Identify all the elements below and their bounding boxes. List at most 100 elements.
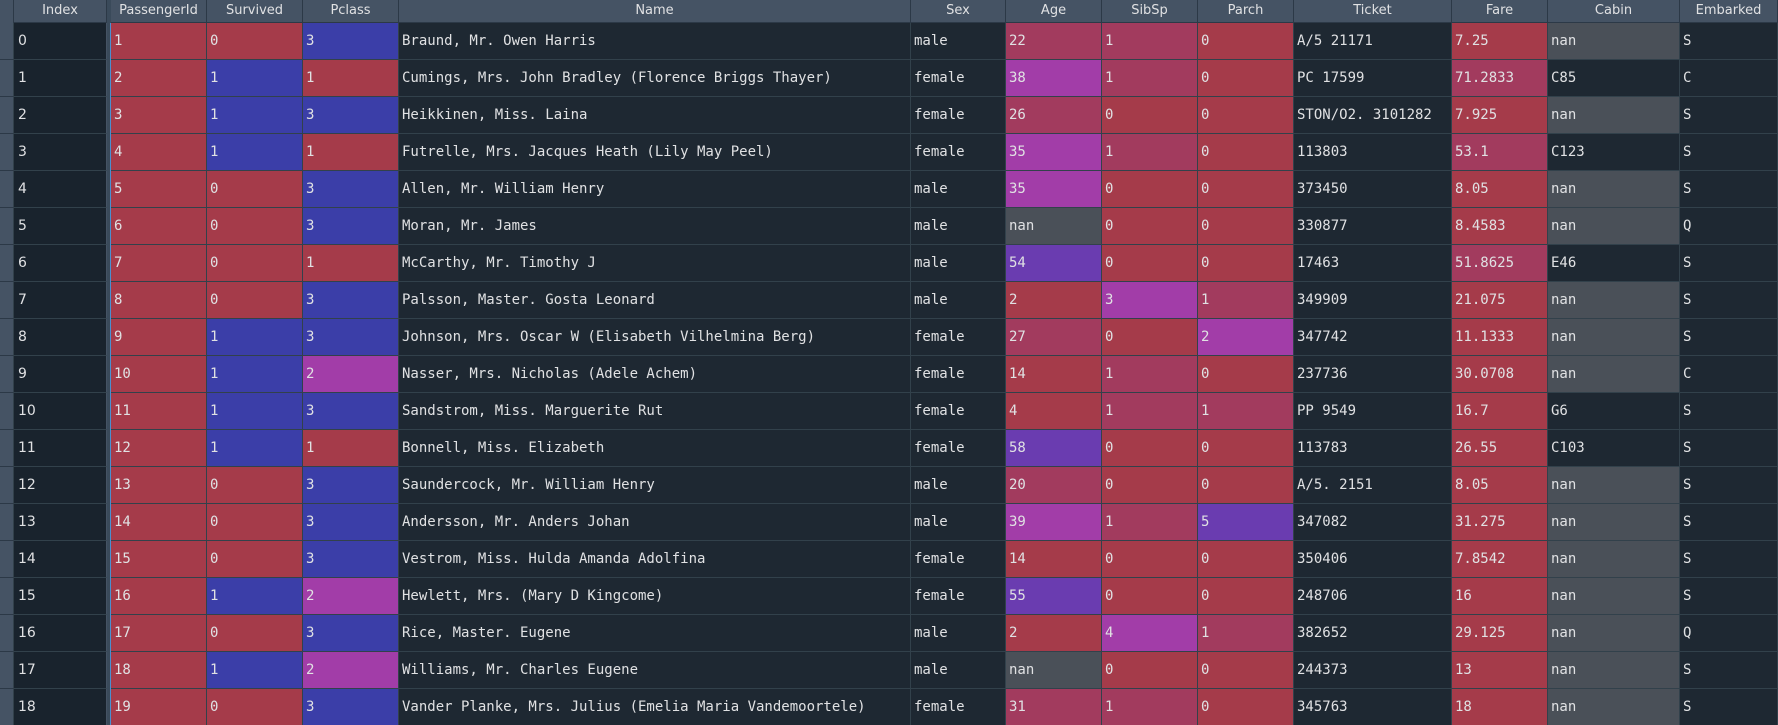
row-handle[interactable] — [0, 689, 14, 725]
cell-pclass[interactable]: 2 — [303, 356, 399, 393]
cell-sibsp[interactable]: 1 — [1102, 356, 1198, 393]
cell-passengerid[interactable]: 11 — [111, 393, 207, 430]
cell-sibsp[interactable]: 0 — [1102, 652, 1198, 689]
row-handle[interactable] — [0, 319, 14, 356]
cell-cabin[interactable]: nan — [1548, 356, 1680, 393]
cell-name[interactable]: Futrelle, Mrs. Jacques Heath (Lily May P… — [399, 134, 911, 171]
table-row[interactable]: 13 14 0 3 Andersson, Mr. Anders Johan male 39 1… — [0, 504, 1778, 541]
cell-name[interactable]: Andersson, Mr. Anders Johan — [399, 504, 911, 541]
cell-name[interactable]: McCarthy, Mr. Timothy J — [399, 245, 911, 282]
cell-sex[interactable]: female — [911, 356, 1006, 393]
cell-survived[interactable]: 0 — [207, 689, 303, 725]
cell-passengerid[interactable]: 18 — [111, 652, 207, 689]
cell-sibsp[interactable]: 1 — [1102, 393, 1198, 430]
cell-parch[interactable]: 2 — [1198, 319, 1294, 356]
cell-ticket[interactable]: PP 9549 — [1294, 393, 1452, 430]
cell-passengerid[interactable]: 8 — [111, 282, 207, 319]
cell-embarked[interactable]: S — [1680, 23, 1778, 60]
cell-parch[interactable]: 0 — [1198, 171, 1294, 208]
cell-passengerid[interactable]: 16 — [111, 578, 207, 615]
cell-cabin[interactable]: nan — [1548, 467, 1680, 504]
cell-pclass[interactable]: 1 — [303, 430, 399, 467]
cell-cabin[interactable]: nan — [1548, 578, 1680, 615]
cell-survived[interactable]: 0 — [207, 245, 303, 282]
cell-cabin[interactable]: C103 — [1548, 430, 1680, 467]
cell-fare[interactable]: 8.4583 — [1452, 208, 1548, 245]
cell-pclass[interactable]: 3 — [303, 23, 399, 60]
row-handle[interactable] — [0, 430, 14, 467]
cell-passengerid[interactable]: 9 — [111, 319, 207, 356]
cell-survived[interactable]: 1 — [207, 393, 303, 430]
cell-pclass[interactable]: 3 — [303, 171, 399, 208]
cell-age[interactable]: 55 — [1006, 578, 1102, 615]
cell-sex[interactable]: female — [911, 60, 1006, 97]
cell-sibsp[interactable]: 1 — [1102, 23, 1198, 60]
cell-fare[interactable]: 31.275 — [1452, 504, 1548, 541]
column-header-pclass[interactable]: Pclass — [303, 0, 399, 23]
cell-name[interactable]: Sandstrom, Miss. Marguerite Rut — [399, 393, 911, 430]
column-header-sibsp[interactable]: SibSp — [1102, 0, 1198, 23]
cell-sibsp[interactable]: 1 — [1102, 134, 1198, 171]
cell-ticket[interactable]: PC 17599 — [1294, 60, 1452, 97]
cell-ticket[interactable]: 248706 — [1294, 578, 1452, 615]
cell-ticket[interactable]: 345763 — [1294, 689, 1452, 725]
cell-parch[interactable]: 0 — [1198, 97, 1294, 134]
table-row[interactable]: 6 7 0 1 McCarthy, Mr. Timothy Jmale 54 0 0 17463… — [0, 245, 1778, 282]
cell-sibsp[interactable]: 0 — [1102, 578, 1198, 615]
column-header-sex[interactable]: Sex — [911, 0, 1006, 23]
cell-name[interactable]: Vander Planke, Mrs. Julius (Emelia Maria… — [399, 689, 911, 725]
cell-ticket[interactable]: STON/O2. 3101282 — [1294, 97, 1452, 134]
cell-survived[interactable]: 0 — [207, 282, 303, 319]
cell-sex[interactable]: male — [911, 615, 1006, 652]
table-row[interactable]: 7 8 0 3 Palsson, Master. Gosta Leonard male 2 3… — [0, 282, 1778, 319]
cell-pclass[interactable]: 3 — [303, 282, 399, 319]
row-handle[interactable] — [0, 23, 14, 60]
cell-name[interactable]: Moran, Mr. James — [399, 208, 911, 245]
cell-cabin[interactable]: C85 — [1548, 60, 1680, 97]
cell-fare[interactable]: 29.125 — [1452, 615, 1548, 652]
cell-passengerid[interactable]: 19 — [111, 689, 207, 725]
cell-parch[interactable]: 0 — [1198, 689, 1294, 725]
cell-embarked[interactable]: Q — [1680, 208, 1778, 245]
table-row[interactable]: 8 9 1 3 Johnson, Mrs. Oscar W (Elisabeth Vil… — [0, 319, 1778, 356]
cell-sex[interactable]: female — [911, 134, 1006, 171]
cell-sex[interactable]: male — [911, 652, 1006, 689]
cell-pclass[interactable]: 3 — [303, 541, 399, 578]
table-row[interactable]: 3 4 1 1 Futrelle, Mrs. Jacques Heath (Lily M… — [0, 134, 1778, 171]
cell-survived[interactable]: 1 — [207, 60, 303, 97]
row-handle[interactable] — [0, 171, 14, 208]
cell-sibsp[interactable]: 4 — [1102, 615, 1198, 652]
cell-name[interactable]: Braund, Mr. Owen Harris — [399, 23, 911, 60]
cell-age[interactable]: 4 — [1006, 393, 1102, 430]
cell-survived[interactable]: 1 — [207, 430, 303, 467]
column-header-fare[interactable]: Fare — [1452, 0, 1548, 23]
cell-ticket[interactable]: 349909 — [1294, 282, 1452, 319]
cell-passengerid[interactable]: 13 — [111, 467, 207, 504]
column-header-parch[interactable]: Parch — [1198, 0, 1294, 23]
cell-survived[interactable]: 0 — [207, 171, 303, 208]
cell-passengerid[interactable]: 6 — [111, 208, 207, 245]
cell-name[interactable]: Palsson, Master. Gosta Leonard — [399, 282, 911, 319]
cell-sibsp[interactable]: 0 — [1102, 319, 1198, 356]
cell-survived[interactable]: 1 — [207, 319, 303, 356]
cell-age[interactable]: 22 — [1006, 23, 1102, 60]
column-header-embarked[interactable]: Embarked — [1680, 0, 1778, 23]
cell-fare[interactable]: 8.05 — [1452, 171, 1548, 208]
table-row[interactable]: 0 1 0 3 Braund, Mr. Owen Harris male 22 1 0 A/5 2… — [0, 23, 1778, 60]
cell-passengerid[interactable]: 3 — [111, 97, 207, 134]
cell-ticket[interactable]: 347082 — [1294, 504, 1452, 541]
cell-sibsp[interactable]: 0 — [1102, 430, 1198, 467]
cell-pclass[interactable]: 2 — [303, 652, 399, 689]
cell-embarked[interactable]: S — [1680, 467, 1778, 504]
cell-pclass[interactable]: 3 — [303, 467, 399, 504]
cell-ticket[interactable]: A/5. 2151 — [1294, 467, 1452, 504]
cell-embarked[interactable]: S — [1680, 578, 1778, 615]
cell-pclass[interactable]: 3 — [303, 208, 399, 245]
cell-pclass[interactable]: 3 — [303, 689, 399, 725]
cell-sex[interactable]: female — [911, 430, 1006, 467]
cell-cabin[interactable]: nan — [1548, 282, 1680, 319]
cell-passengerid[interactable]: 5 — [111, 171, 207, 208]
cell-sex[interactable]: female — [911, 97, 1006, 134]
column-header-passengerid[interactable]: PassengerId — [111, 0, 207, 23]
cell-pclass[interactable]: 3 — [303, 615, 399, 652]
